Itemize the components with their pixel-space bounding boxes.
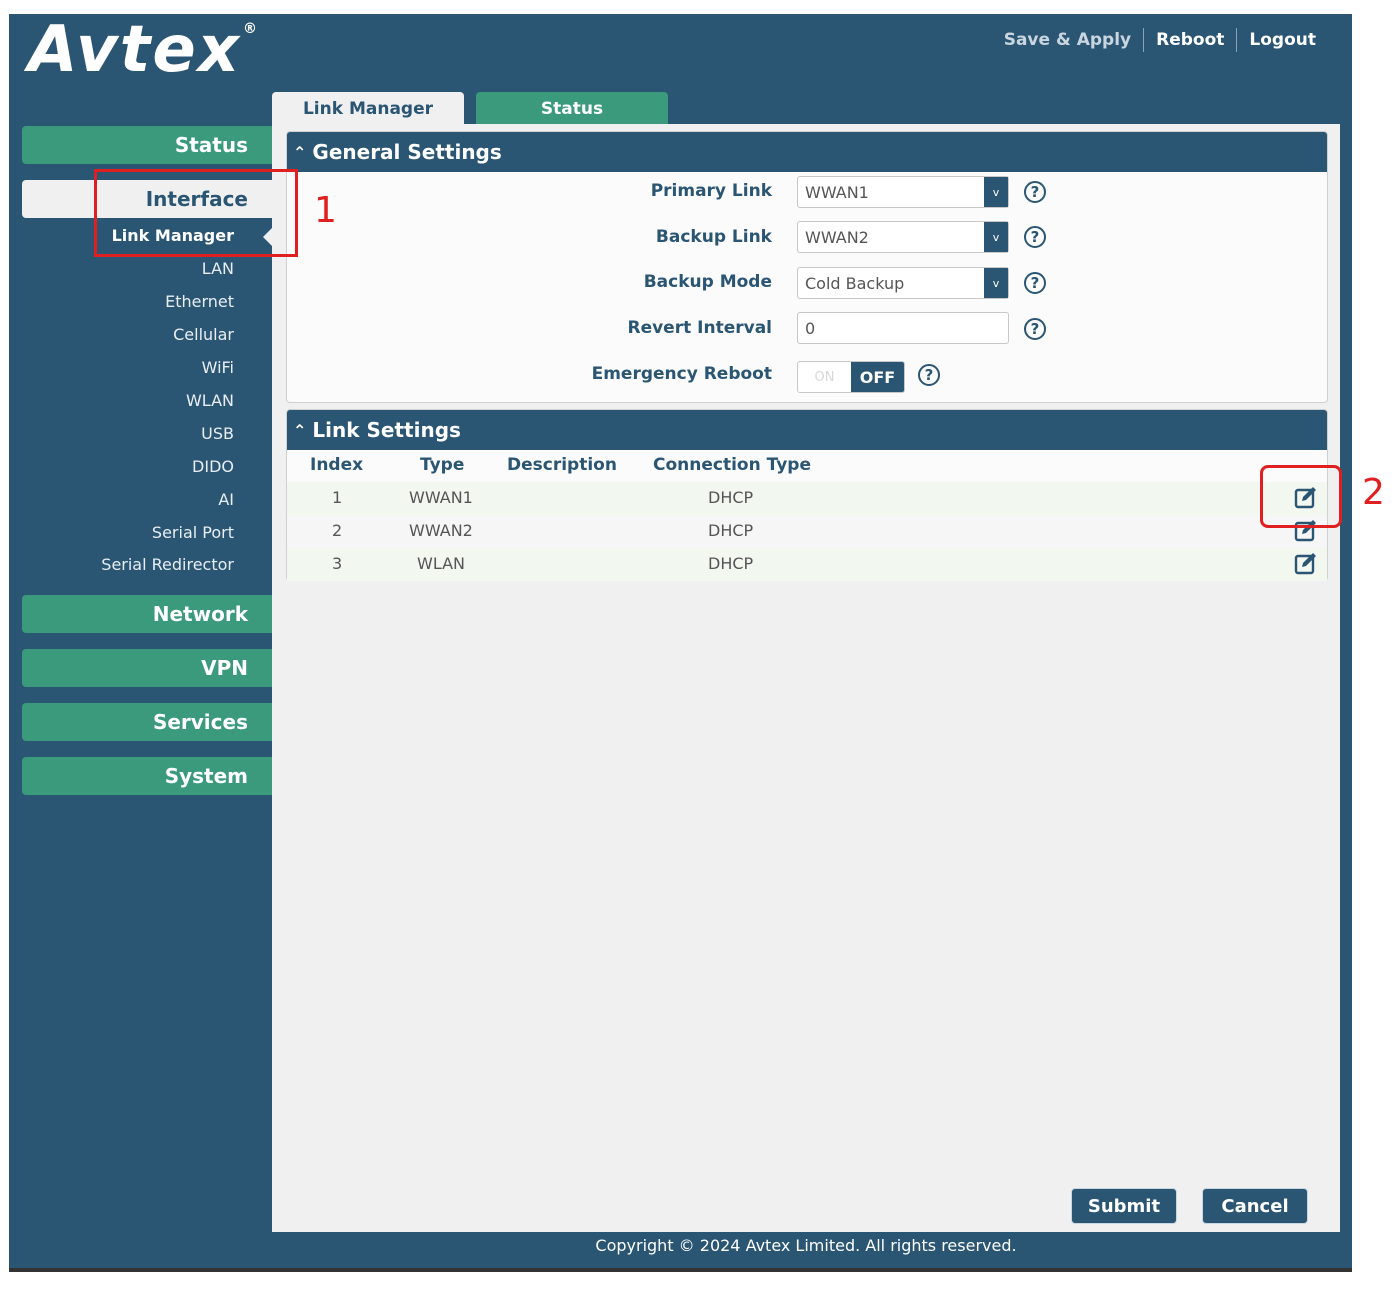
row-index: 2 <box>332 521 343 540</box>
sidebar-services[interactable]: Services <box>22 703 272 741</box>
toggle-off-label: OFF <box>851 362 904 392</box>
revert-interval-value: 0 <box>805 318 816 338</box>
general-settings-header[interactable]: ⌃ General Settings <box>287 132 1327 172</box>
row-connection-type: DHCP <box>708 521 754 540</box>
column-header-connection-type: Connection Type <box>653 455 811 475</box>
chevron-up-icon: ⌃ <box>293 420 307 440</box>
sidebar-network[interactable]: Network <box>22 595 272 633</box>
edit-icon[interactable] <box>1294 552 1318 576</box>
sidebar-status[interactable]: Status <box>22 126 272 164</box>
frame-bottom-border <box>9 1268 1352 1272</box>
sidebar-item-serial-port[interactable]: Serial Port <box>152 523 234 542</box>
column-header-type: Type <box>420 455 465 475</box>
annotation-box-interface <box>94 169 298 257</box>
row-type: WWAN1 <box>409 488 473 507</box>
backup-mode-label: Backup Mode <box>643 272 772 292</box>
chevron-down-icon: v <box>984 177 1008 207</box>
backup-link-select[interactable]: WWAN2 v <box>797 221 1009 253</box>
primary-link-value: WWAN1 <box>805 182 869 202</box>
save-apply-link[interactable]: Save & Apply <box>992 30 1143 50</box>
registered-mark: ® <box>243 21 260 37</box>
help-circle-icon[interactable]: ? <box>1024 272 1046 294</box>
sidebar-item-ethernet[interactable]: Ethernet <box>165 292 234 311</box>
help-circle-icon[interactable]: ? <box>918 364 940 386</box>
avtex-logo: Avtex ® <box>28 18 259 82</box>
link-settings-header[interactable]: ⌃ Link Settings <box>287 410 1327 450</box>
column-header-index: Index <box>310 455 364 475</box>
column-header-description: Description <box>507 455 617 475</box>
row-type: WWAN2 <box>409 521 473 540</box>
chevron-down-icon: v <box>984 268 1008 298</box>
help-circle-icon[interactable]: ? <box>1024 226 1046 248</box>
logo-text: Avtex <box>28 13 242 87</box>
annotation-number-2: 2 <box>1362 472 1385 513</box>
sidebar-item-lan[interactable]: LAN <box>202 259 234 278</box>
sidebar-item-wlan[interactable]: WLAN <box>186 391 234 410</box>
emergency-reboot-label: Emergency Reboot <box>591 364 772 384</box>
cancel-button[interactable]: Cancel <box>1202 1188 1308 1224</box>
tab-status[interactable]: Status <box>476 92 668 126</box>
row-type: WLAN <box>417 554 466 573</box>
row-connection-type: DHCP <box>708 488 754 507</box>
annotation-box-edit <box>1260 465 1342 528</box>
link-settings-title: Link Settings <box>312 418 461 442</box>
chevron-up-icon: ⌃ <box>293 142 307 162</box>
sidebar-vpn[interactable]: VPN <box>22 649 272 687</box>
backup-mode-select[interactable]: Cold Backup v <box>797 267 1009 299</box>
general-settings-title: General Settings <box>312 140 502 164</box>
backup-mode-value: Cold Backup <box>805 273 905 293</box>
primary-link-select[interactable]: WWAN1 v <box>797 176 1009 208</box>
emergency-reboot-toggle[interactable]: ON OFF <box>797 361 905 393</box>
sidebar-item-ai[interactable]: AI <box>218 490 234 509</box>
tab-link-manager[interactable]: Link Manager <box>272 92 464 126</box>
table-row: 1 WWAN1 DHCP <box>287 482 1327 515</box>
backup-link-value: WWAN2 <box>805 227 869 247</box>
logout-link[interactable]: Logout <box>1237 30 1328 50</box>
sidebar-system[interactable]: System <box>22 757 272 795</box>
row-index: 3 <box>332 554 343 573</box>
submit-button[interactable]: Submit <box>1071 1188 1177 1224</box>
sidebar-item-dido[interactable]: DIDO <box>192 457 234 476</box>
table-row: 3 WLAN DHCP <box>287 548 1327 581</box>
header-links: Save & Apply Reboot Logout <box>992 28 1328 52</box>
sidebar-item-wifi[interactable]: WiFi <box>202 358 234 377</box>
toggle-on-label: ON <box>798 362 851 392</box>
revert-interval-input[interactable]: 0 <box>797 312 1009 344</box>
primary-link-label: Primary Link <box>650 181 772 201</box>
row-connection-type: DHCP <box>708 554 754 573</box>
sidebar-item-cellular[interactable]: Cellular <box>173 325 234 344</box>
help-circle-icon[interactable]: ? <box>1024 181 1046 203</box>
sidebar-item-usb[interactable]: USB <box>201 424 234 443</box>
backup-link-label: Backup Link <box>655 227 772 247</box>
reboot-link[interactable]: Reboot <box>1144 30 1236 50</box>
annotation-number-1: 1 <box>314 190 337 231</box>
chevron-down-icon: v <box>984 222 1008 252</box>
help-circle-icon[interactable]: ? <box>1024 318 1046 340</box>
copyright-text: Copyright © 2024 Avtex Limited. All righ… <box>595 1236 1017 1255</box>
row-index: 1 <box>332 488 343 507</box>
revert-interval-label: Revert Interval <box>627 318 772 338</box>
sidebar-item-serial-redirector[interactable]: Serial Redirector <box>101 555 234 574</box>
table-row: 2 WWAN2 DHCP <box>287 515 1327 548</box>
